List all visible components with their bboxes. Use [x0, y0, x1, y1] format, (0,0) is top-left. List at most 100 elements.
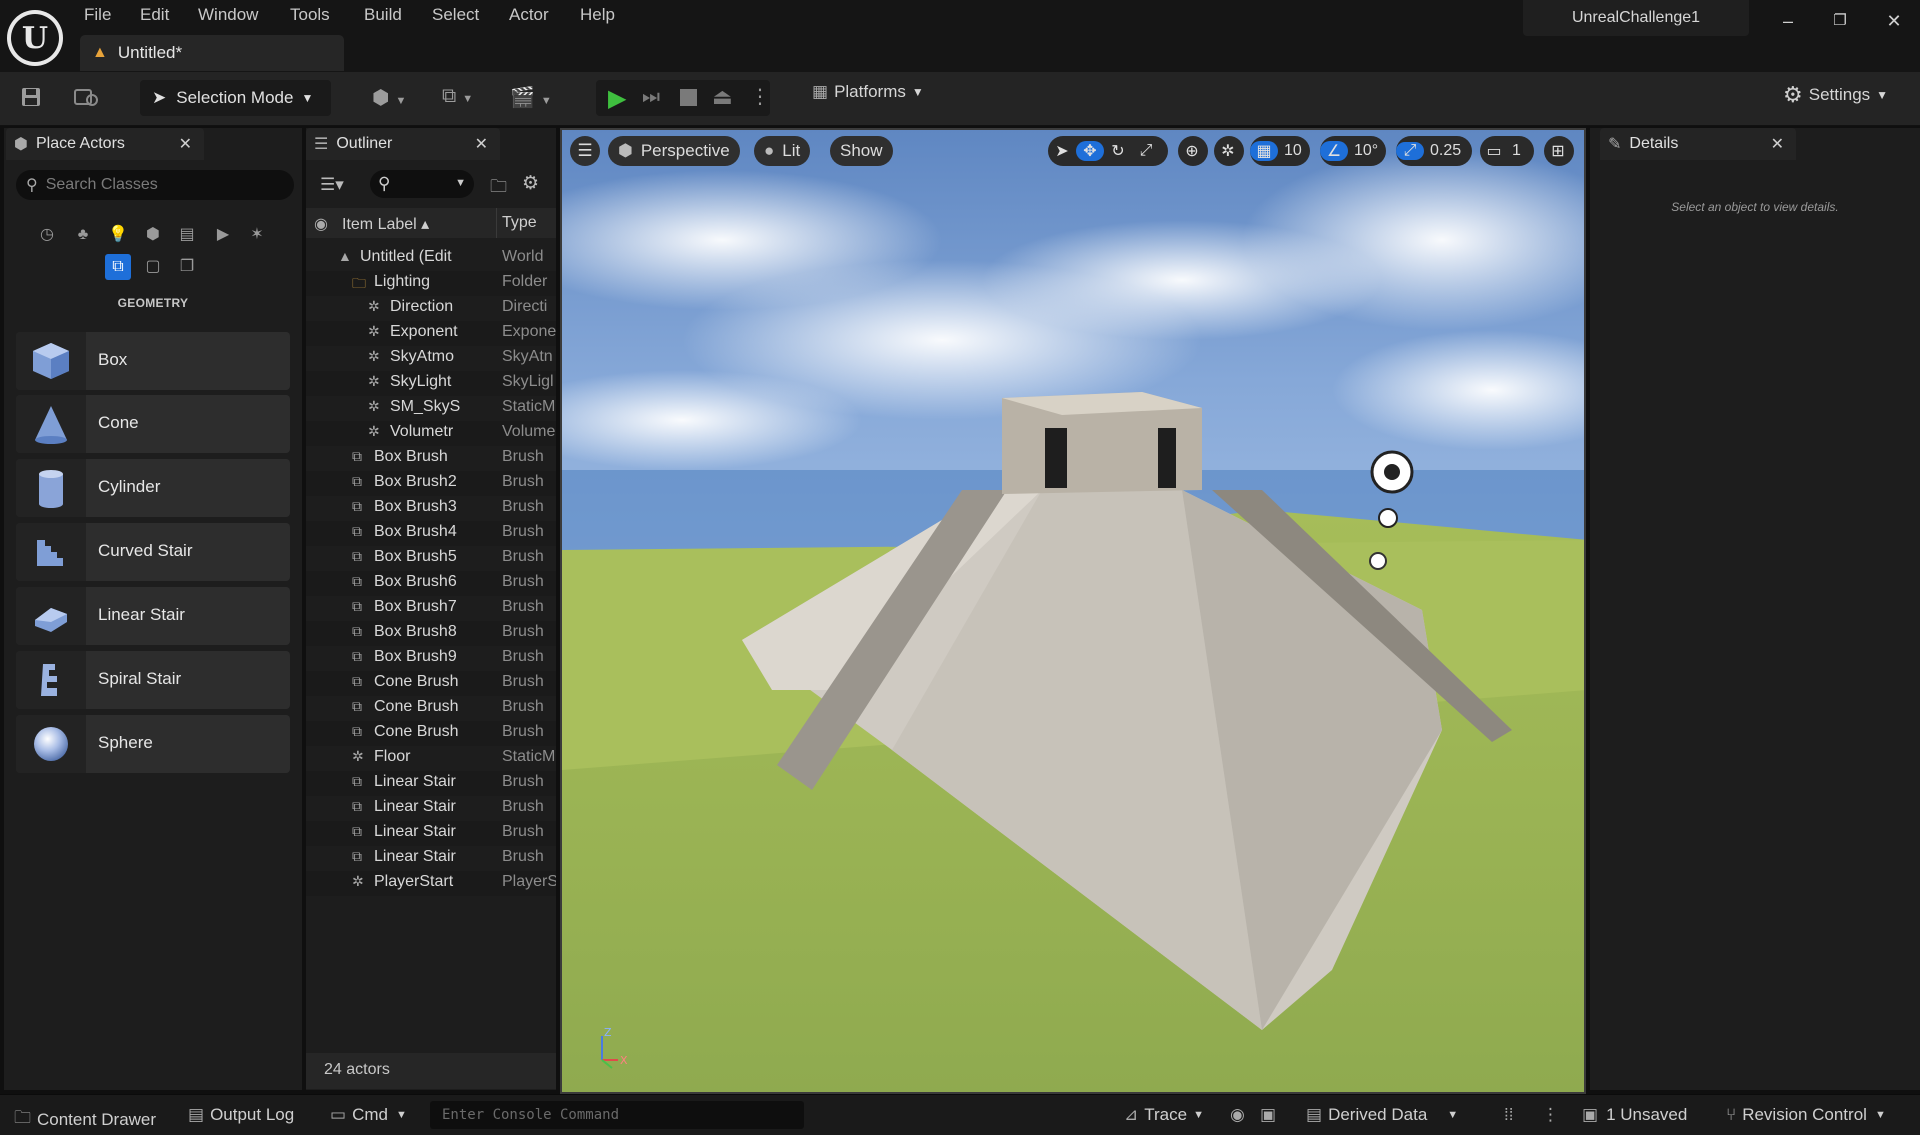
menu-build[interactable]: Build — [364, 5, 402, 25]
outliner-row[interactable]: ✲ Direction Directi — [306, 296, 556, 321]
menu-file[interactable]: File — [84, 5, 111, 25]
actor-cone[interactable]: Cone — [16, 395, 290, 453]
camera-speed[interactable]: ▭ 1 — [1480, 136, 1534, 166]
details-tab[interactable]: ✎ Details ✕ — [1600, 128, 1796, 160]
perspective-button[interactable]: ⬢ Perspective — [608, 136, 740, 166]
outliner-tab[interactable]: ☰ Outliner ✕ — [306, 128, 500, 160]
all-classes-icon[interactable]: ✶ — [244, 222, 270, 248]
add-folder-icon[interactable]: 🗀 — [490, 174, 507, 203]
outliner-row[interactable]: ▲ Untitled (Edit World — [306, 246, 556, 271]
outliner-row[interactable]: 🗀 Lighting Folder — [306, 271, 556, 296]
output-log-button[interactable]: ▤ Output Log — [188, 1105, 294, 1125]
actor-sphere[interactable]: Sphere — [16, 715, 290, 773]
outliner-row[interactable]: ⧉ Linear Stair Brush — [306, 796, 556, 821]
filter-icon[interactable]: ☰▾ — [320, 175, 344, 195]
item-label-header[interactable]: Item Label ▴ — [342, 214, 429, 234]
outliner-row[interactable]: ⧉ Linear Stair Brush — [306, 821, 556, 846]
layout-button[interactable]: ⊞ — [1544, 136, 1574, 166]
level-viewport[interactable]: ☰ ⬢ Perspective ● Lit Show ➤ ✥ ↻ ⤢ ⊕ ✲ ▦… — [560, 128, 1586, 1094]
outliner-row[interactable]: ✲ Exponent Expone — [306, 321, 556, 346]
browse-level-icon[interactable] — [74, 86, 100, 114]
trace-dropdown[interactable]: ⊿ Trace ▼ — [1124, 1105, 1204, 1125]
rotation-snap[interactable]: ∠ 10° — [1320, 136, 1386, 166]
outliner-row[interactable]: ⧉ Box Brush3 Brush — [306, 496, 556, 521]
lit-button[interactable]: ● Lit — [754, 136, 811, 166]
record-icon[interactable]: ◉ — [1230, 1105, 1245, 1125]
outliner-row[interactable]: ⧉ Box Brush9 Brush — [306, 646, 556, 671]
outliner-row[interactable]: ⧉ Box Brush8 Brush — [306, 621, 556, 646]
menu-select[interactable]: Select — [432, 5, 479, 25]
menu-edit[interactable]: Edit — [140, 5, 169, 25]
grid-snap[interactable]: ▦ 10 — [1250, 136, 1310, 166]
visibility-icon[interactable]: ◉ — [314, 214, 328, 234]
cinematic-icon[interactable]: ▤ — [174, 222, 200, 248]
menu-actor[interactable]: Actor — [509, 5, 549, 25]
actor-linear-stair[interactable]: Linear Stair — [16, 587, 290, 645]
actor-curved-stair[interactable]: Curved Stair — [16, 523, 290, 581]
outliner-row[interactable]: ⧉ Box Brush5 Brush — [306, 546, 556, 571]
outliner-row[interactable]: ⧉ Box Brush6 Brush — [306, 571, 556, 596]
outliner-row[interactable]: ✲ SkyAtmo SkyAtn — [306, 346, 556, 371]
outliner-row[interactable]: ⧉ Cone Brush Brush — [306, 721, 556, 746]
source-control-grid-icon[interactable]: ⁞⁞ — [1504, 1105, 1513, 1125]
close-icon[interactable]: ✕ — [179, 134, 192, 154]
outliner-row[interactable]: ✲ SM_SkyS StaticM — [306, 396, 556, 421]
outliner-row[interactable]: ✲ SkyLight SkyLigl — [306, 371, 556, 396]
all-icon[interactable]: ❐ — [174, 254, 200, 280]
play-options-icon[interactable]: ⋮ — [750, 84, 770, 109]
outliner-row[interactable]: ✲ Volumetr Volume — [306, 421, 556, 446]
settings-dropdown[interactable]: ⚙ Settings ▼ — [1783, 82, 1888, 108]
geometry-icon[interactable]: ⧉ — [105, 254, 131, 280]
advance-frame-icon[interactable]: ⏭ — [642, 86, 660, 109]
outliner-row[interactable]: ⧉ Cone Brush Brush — [306, 671, 556, 696]
unsaved-button[interactable]: ▣ 1 Unsaved — [1582, 1105, 1687, 1125]
restore-icon[interactable]: ❐ — [1820, 6, 1860, 36]
shapes-icon[interactable]: ⬢ — [140, 222, 166, 248]
translate-icon[interactable]: ✥ — [1076, 141, 1104, 161]
revision-control-dropdown[interactable]: ⑂ Revision Control ▼ — [1726, 1105, 1886, 1125]
add-actor-icon[interactable]: ⬢ ▼ — [372, 85, 406, 110]
actor-spiral-stair[interactable]: Spiral Stair — [16, 651, 290, 709]
outliner-search-input[interactable]: ⚲ ▼ — [370, 170, 474, 198]
show-button[interactable]: Show — [830, 136, 893, 166]
outliner-row[interactable]: ⧉ Cone Brush Brush — [306, 696, 556, 721]
screenshot-icon[interactable]: ▣ — [1260, 1105, 1276, 1125]
place-actors-tab[interactable]: ⬢ Place Actors ✕ — [6, 128, 204, 160]
world-local-toggle[interactable]: ⊕ — [1178, 136, 1208, 166]
outliner-row[interactable]: ⧉ Linear Stair Brush — [306, 846, 556, 871]
close-icon[interactable]: ✕ — [1771, 134, 1784, 154]
menu-tools[interactable]: Tools — [290, 5, 330, 25]
blueprint-icon[interactable]: ⧉ ▼ — [442, 85, 473, 108]
outliner-row[interactable]: ⧉ Box Brush2 Brush — [306, 471, 556, 496]
outliner-row[interactable]: ✲ PlayerStart PlayerS — [306, 871, 556, 896]
unreal-logo[interactable]: U — [7, 10, 63, 66]
more-options-icon[interactable]: ⋮ — [1542, 1105, 1559, 1125]
derived-data-dropdown[interactable]: ▤ Derived Data ▼ — [1306, 1105, 1458, 1125]
content-drawer-button[interactable]: 🗀 Content Drawer — [14, 1105, 156, 1134]
minimize-icon[interactable]: – — [1768, 6, 1808, 36]
surface-snap-toggle[interactable]: ✲ — [1214, 136, 1244, 166]
volumes-icon[interactable]: ▢ — [140, 254, 166, 280]
column-divider[interactable] — [496, 208, 497, 238]
lights-icon[interactable]: 💡 — [105, 222, 131, 248]
recent-icon[interactable]: ◷ — [34, 222, 60, 248]
selection-mode-dropdown[interactable]: ➤ Selection Mode ▼ — [140, 80, 331, 116]
close-icon[interactable]: ✕ — [475, 134, 488, 154]
rotate-icon[interactable]: ↻ — [1104, 141, 1132, 161]
console-input[interactable]: Enter Console Command — [430, 1101, 804, 1129]
actor-box[interactable]: Box — [16, 332, 290, 390]
actor-cylinder[interactable]: Cylinder — [16, 459, 290, 517]
platforms-dropdown[interactable]: ▦ Platforms ▼ — [812, 82, 924, 102]
outliner-row[interactable]: ✲ Floor StaticM — [306, 746, 556, 771]
level-tab[interactable]: ▲ Untitled* — [80, 35, 344, 71]
scene-render[interactable] — [562, 130, 1586, 1094]
visual-effects-icon[interactable]: ▶ — [210, 222, 236, 248]
gear-icon[interactable]: ⚙ — [522, 172, 539, 195]
outliner-row[interactable]: ⧉ Linear Stair Brush — [306, 771, 556, 796]
save-icon[interactable] — [20, 86, 42, 114]
basic-icon[interactable]: ♣ — [70, 222, 96, 248]
play-icon[interactable]: ▶ — [608, 84, 626, 113]
cinematics-icon[interactable]: 🎬 ▼ — [510, 85, 552, 110]
outliner-row[interactable]: ⧉ Box Brush Brush — [306, 446, 556, 471]
outliner-row[interactable]: ⧉ Box Brush4 Brush — [306, 521, 556, 546]
